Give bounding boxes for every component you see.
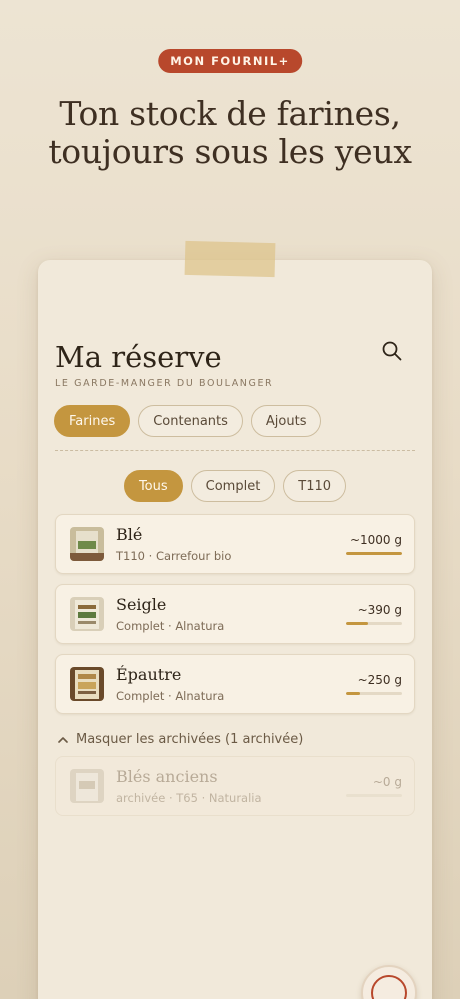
list-item-ble[interactable]: Blé T110 · Carrefour bio ~1000 g (55, 514, 415, 574)
masking-tape (184, 240, 276, 278)
filter-t110[interactable]: T110 (283, 470, 347, 502)
item-name: Épautre (116, 665, 182, 684)
headline-line-1: Ton stock de farines, (59, 94, 401, 133)
item-meta: archivée · T65 · Naturalia (116, 791, 262, 805)
search-icon[interactable] (381, 340, 403, 362)
item-name: Blés anciens (116, 767, 218, 786)
stock-level-bar (346, 794, 402, 797)
list-item-bles-anciens[interactable]: Blés anciens archivée · T65 · Naturalia … (55, 756, 415, 816)
tab-contenants[interactable]: Contenants (138, 405, 243, 437)
stock-level-fill (346, 692, 360, 695)
stock-level-fill (346, 622, 368, 625)
brand-badge: MON FOURNIL+ (158, 49, 302, 73)
list-item-seigle[interactable]: Seigle Complet · Alnatura ~390 g (55, 584, 415, 644)
stock-level-fill (346, 552, 402, 555)
page-title: Ma réserve (55, 340, 222, 374)
item-quantity: ~390 g (357, 603, 402, 617)
archive-toggle[interactable]: Masquer les archivées (1 archivée) (58, 732, 303, 747)
app-screen-card: Ma réserve LE GARDE-MANGER DU BOULANGER … (38, 260, 432, 999)
stock-level-bar (346, 692, 402, 695)
archived-list: Blés anciens archivée · T65 · Naturalia … (55, 756, 415, 826)
stock-level-bar (346, 622, 402, 625)
category-tabs: Farines Contenants Ajouts (54, 405, 322, 437)
stock-level-bar (346, 552, 402, 555)
item-name: Blé (116, 525, 143, 544)
flour-bag-thumbnail (70, 527, 104, 561)
item-name: Seigle (116, 595, 167, 614)
filter-tous[interactable]: Tous (123, 470, 183, 502)
headline-line-2: toujours sous les yeux (48, 132, 412, 171)
item-meta: Complet · Alnatura (116, 619, 225, 633)
filter-chips: Tous Complet T110 (38, 470, 432, 502)
item-quantity: ~250 g (357, 673, 402, 687)
list-item-epautre[interactable]: Épautre Complet · Alnatura ~250 g (55, 654, 415, 714)
filter-complet[interactable]: Complet (190, 470, 276, 502)
headline: Ton stock de farines, toujours sous les … (0, 95, 460, 171)
dashed-divider (55, 450, 415, 451)
flour-bag-thumbnail (70, 769, 104, 803)
page-subtitle: LE GARDE-MANGER DU BOULANGER (55, 378, 274, 389)
tab-farines[interactable]: Farines (54, 405, 131, 437)
plus-icon (371, 975, 407, 999)
item-quantity: ~1000 g (349, 533, 402, 547)
item-meta: Complet · Alnatura (116, 689, 225, 703)
flour-list: Blé T110 · Carrefour bio ~1000 g Seigle … (55, 514, 415, 724)
flour-bag-thumbnail (70, 597, 104, 631)
item-quantity: ~0 g (372, 775, 402, 789)
add-button[interactable] (361, 965, 417, 999)
tab-ajouts[interactable]: Ajouts (250, 405, 322, 437)
flour-bag-thumbnail (70, 667, 104, 701)
chevron-up-icon (58, 737, 68, 743)
item-meta: T110 · Carrefour bio (116, 549, 232, 563)
archive-toggle-label: Masquer les archivées (1 archivée) (76, 732, 304, 747)
